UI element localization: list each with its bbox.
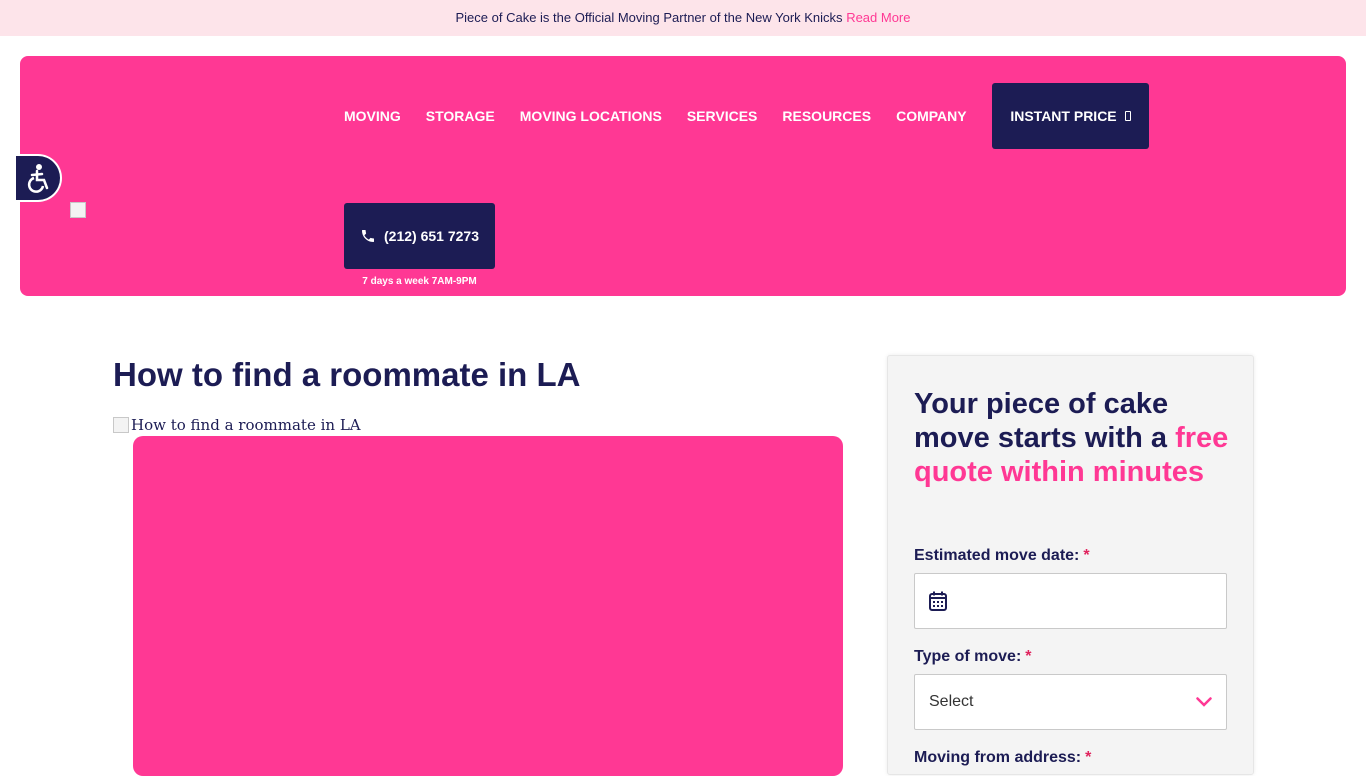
moving-from-label: Moving from address: * — [914, 749, 1091, 767]
announcement-bar: Piece of Cake is the Official Moving Par… — [0, 0, 1366, 36]
phone-hours: 7 days a week 7AM-9PM — [362, 276, 477, 287]
instant-price-button[interactable]: INSTANT PRICE — [992, 83, 1149, 149]
glyph-box-icon — [1124, 111, 1131, 121]
move-date-label-text: Estimated move date: — [914, 547, 1080, 564]
move-type-select[interactable]: Select — [914, 674, 1227, 730]
move-type-label-text: Type of move: — [914, 648, 1022, 665]
nav-item-moving-locations[interactable]: MOVING LOCATIONS — [520, 108, 662, 124]
nav-item-resources[interactable]: RESOURCES — [782, 108, 871, 124]
chevron-down-icon — [1196, 697, 1212, 707]
nav-item-storage[interactable]: STORAGE — [426, 108, 495, 124]
phone-number: (212) 651 7273 — [384, 228, 479, 244]
accessibility-button[interactable] — [16, 154, 62, 202]
required-marker: * — [1025, 648, 1032, 665]
nav-item-company[interactable]: COMPANY — [896, 108, 967, 124]
logo-image[interactable] — [70, 202, 86, 218]
required-marker: * — [1083, 547, 1090, 564]
nav-item-services[interactable]: SERVICES — [687, 108, 758, 124]
broken-image-icon — [113, 417, 129, 433]
nav-item-moving[interactable]: MOVING — [344, 108, 401, 124]
quote-form-card: Your piece of cake move starts with a fr… — [887, 355, 1254, 775]
site-header: MOVING STORAGE MOVING LOCATIONS SERVICES… — [20, 56, 1346, 296]
move-type-label: Type of move: * — [914, 648, 1032, 666]
moving-from-label-text: Moving from address: — [914, 749, 1082, 766]
instant-price-label: INSTANT PRICE — [1010, 108, 1117, 124]
move-type-value: Select — [929, 693, 974, 710]
move-date-input[interactable] — [914, 573, 1227, 629]
quote-heading: Your piece of cake move starts with a fr… — [914, 387, 1234, 489]
article-image: How to find a roommate in LA — [113, 416, 361, 434]
move-date-label: Estimated move date: * — [914, 547, 1090, 565]
page-title: How to find a roommate in LA — [113, 356, 581, 393]
announcement-text: Piece of Cake is the Official Moving Par… — [455, 10, 843, 25]
required-marker: * — [1085, 749, 1092, 766]
article-image-alt: How to find a roommate in LA — [131, 416, 361, 434]
phone-button[interactable]: (212) 651 7273 — [344, 203, 495, 269]
read-more-link[interactable]: Read More — [846, 10, 910, 25]
quote-heading-main: Your piece of cake move starts with a — [914, 388, 1169, 454]
main-nav: MOVING STORAGE MOVING LOCATIONS SERVICES… — [344, 83, 992, 149]
phone-icon — [362, 230, 375, 242]
wheelchair-icon — [27, 164, 49, 193]
article-hero-block — [133, 436, 843, 776]
calendar-icon — [929, 591, 947, 611]
